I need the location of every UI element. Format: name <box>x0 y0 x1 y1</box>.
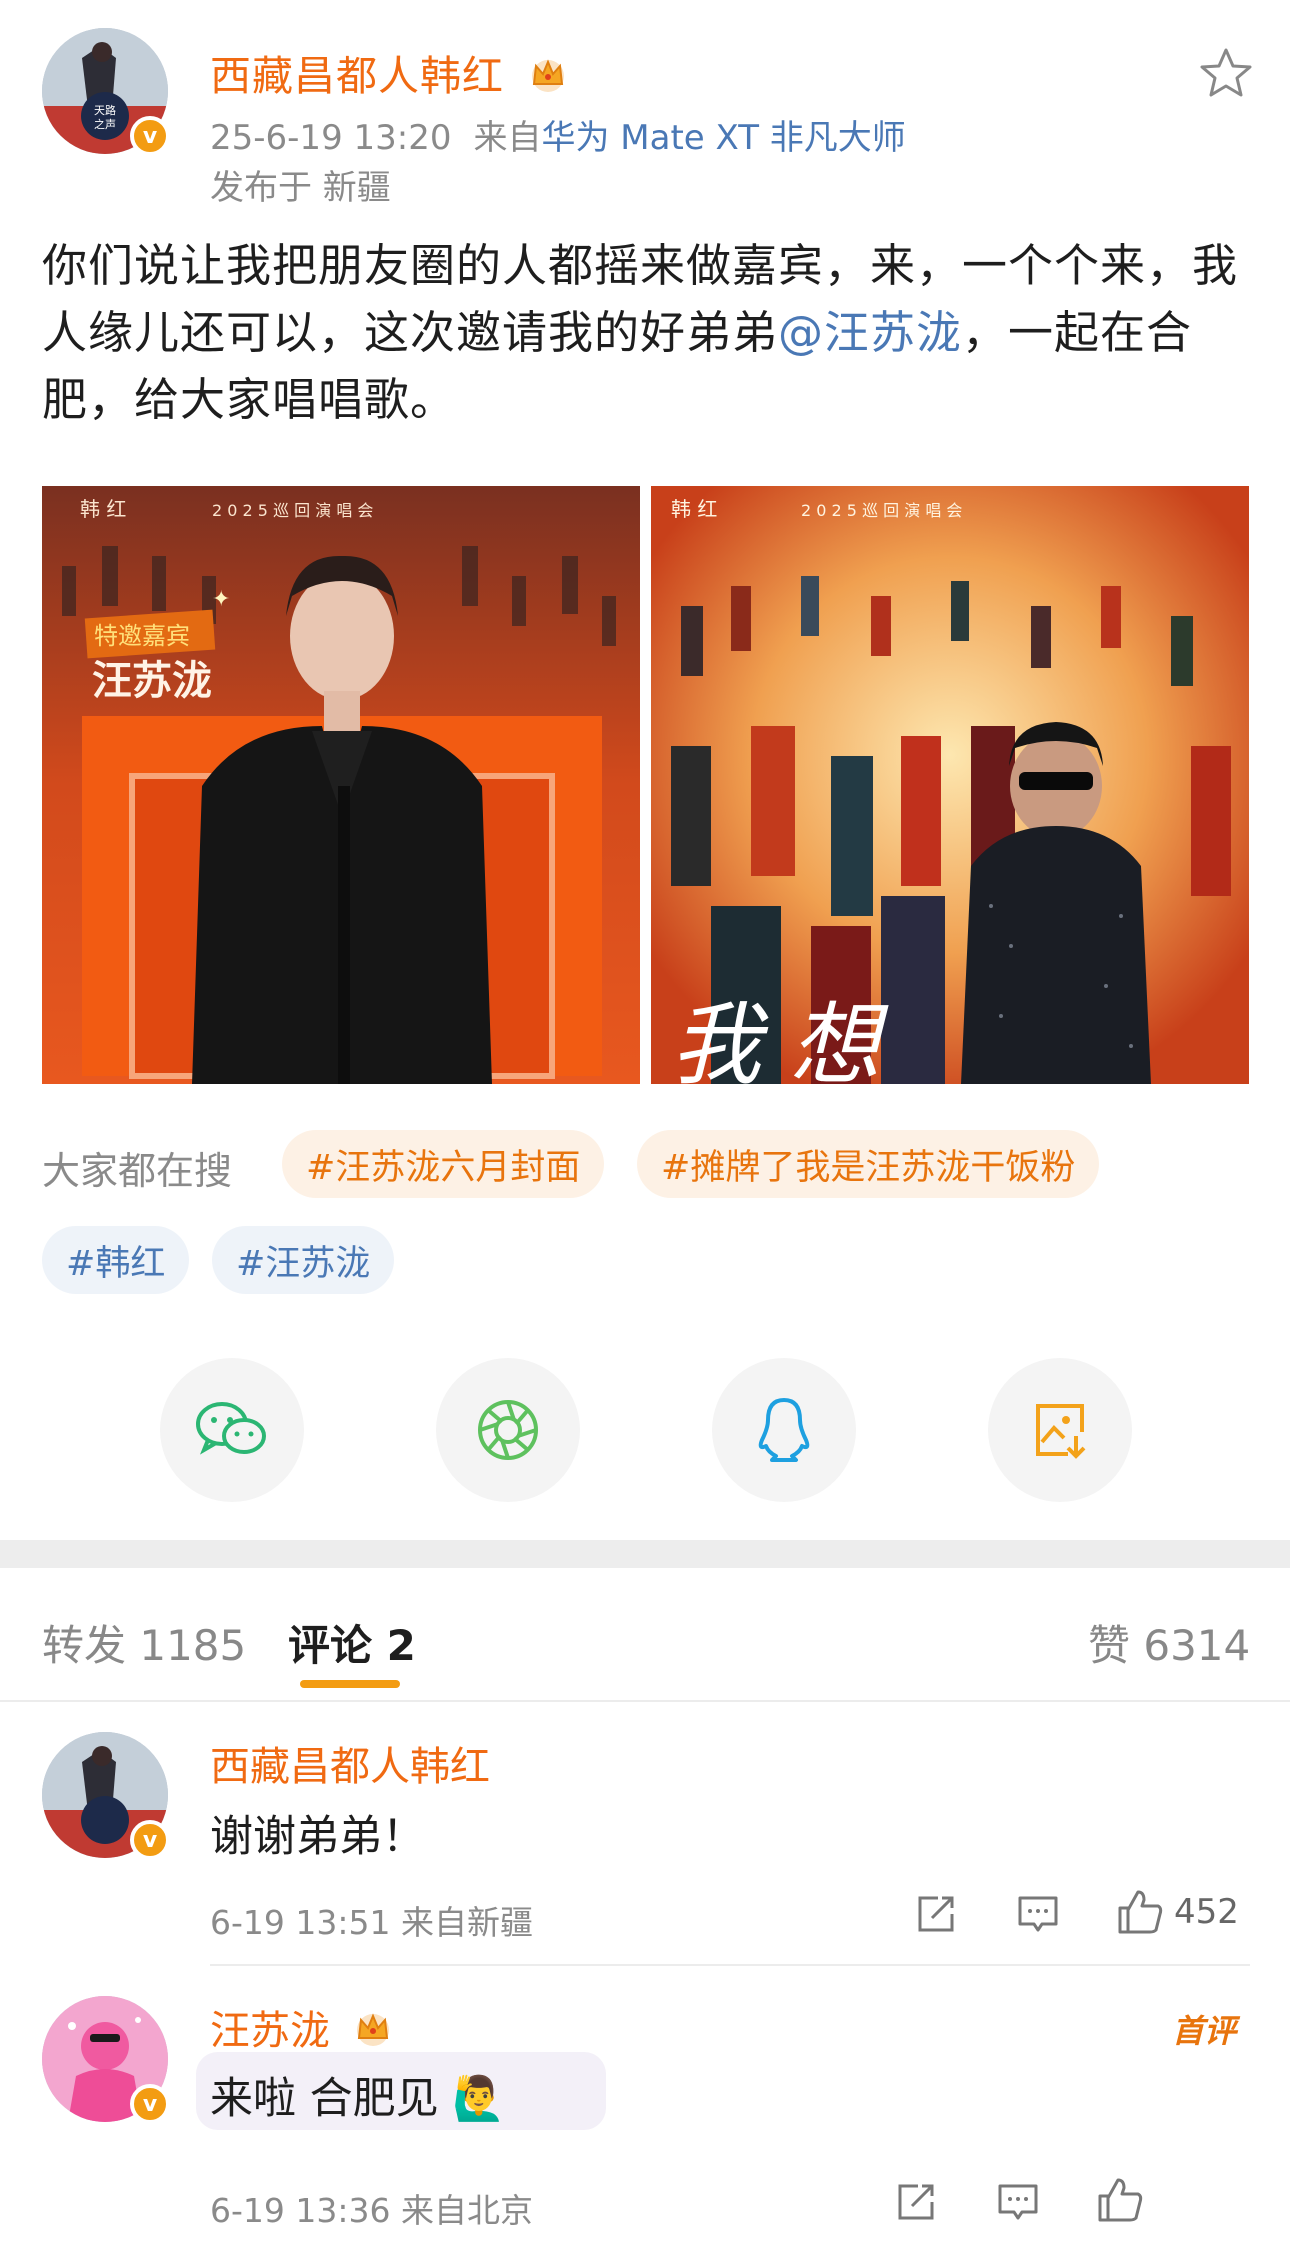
post-meta: 25-6-19 13:20 来自华为 Mate XT 非凡大师 <box>210 110 906 159</box>
poster-image-tour[interactable]: 韩 红 2 0 2 5 巡 回 演 唱 会 我 想 <box>651 486 1249 1084</box>
mention-link[interactable]: @汪苏泷 <box>778 306 962 359</box>
share-moments-button[interactable] <box>436 1358 580 1502</box>
share-wechat-button[interactable] <box>160 1358 304 1502</box>
thumbs-up-icon <box>1118 1890 1163 1934</box>
comment-divider <box>210 1964 1250 1966</box>
tab-divider <box>0 1700 1290 1702</box>
author-avatar[interactable]: 天路 之声 v <box>42 28 170 156</box>
repost-comment-button[interactable] <box>914 1892 958 1936</box>
author-name[interactable]: 西藏昌都人韩红 <box>210 42 570 104</box>
poster-right-header-name: 韩 红 <box>671 497 717 521</box>
verified-badge-icon: v <box>130 2084 170 2124</box>
moments-icon <box>478 1400 538 1460</box>
poster-image-guest[interactable]: 韩 红 2 0 2 5 巡 回 演 唱 会 特邀嘉宾 汪苏泷 ✦ <box>42 486 640 1084</box>
save-image-button[interactable] <box>988 1358 1132 1502</box>
svg-text:之声: 之声 <box>94 117 116 131</box>
comment-avatar[interactable]: v <box>42 1996 170 2124</box>
comment-icon <box>998 2184 1038 2220</box>
repost-comment-button[interactable] <box>894 2180 938 2224</box>
comment-text: 来啦 合肥见 🙋‍♂️ <box>210 2064 506 2126</box>
hot-search-tag[interactable]: #汪苏泷六月封面 <box>282 1130 605 1198</box>
share-icon <box>898 2184 934 2220</box>
wechat-icon <box>196 1402 266 1455</box>
svg-text:天路: 天路 <box>94 104 116 117</box>
post-timestamp: 25-6-19 13:20 <box>210 118 452 158</box>
comment-meta: 6-19 13:36 来自北京 <box>210 2191 533 2230</box>
comment-meta: 6-19 13:51 来自新疆 <box>210 1903 533 1942</box>
reply-button[interactable] <box>1016 1892 1060 1936</box>
share-qq-button[interactable] <box>712 1358 856 1502</box>
like-button[interactable]: 452 <box>1116 1888 1239 1936</box>
tab-like[interactable]: 赞 6314 <box>1088 1612 1250 1673</box>
svg-text:✦: ✦ <box>212 587 230 612</box>
post-header: 天路 之声 v 西藏昌都人韩红 25-6-19 13:20 来自华为 Mate X… <box>42 28 1252 208</box>
section-divider <box>0 1540 1290 1568</box>
star-icon <box>1200 48 1252 97</box>
search-label: 大家都在搜 <box>42 1149 233 1193</box>
like-button[interactable] <box>1096 2176 1144 2224</box>
poster-calligraphy: 我 想 <box>671 993 889 1084</box>
comment-author[interactable]: 西藏昌都人韩红 <box>210 1734 490 1792</box>
crown-icon <box>351 2008 395 2058</box>
post-location: 发布于 新疆 <box>210 168 391 208</box>
save-image-icon <box>1036 1404 1086 1459</box>
topic-tag[interactable]: #汪苏泷 <box>212 1226 395 1294</box>
topic-tag[interactable]: #韩红 <box>42 1226 190 1294</box>
source-prefix: 来自 <box>473 118 542 158</box>
comment-avatar[interactable]: v <box>42 1732 170 1860</box>
hot-search-tag[interactable]: #摊牌了我是汪苏泷干饭粉 <box>637 1130 1100 1198</box>
qq-icon <box>758 1398 810 1462</box>
verified-badge-icon: v <box>130 116 170 156</box>
poster-left-header-name: 韩 红 <box>80 497 126 521</box>
reply-button[interactable] <box>996 2180 1040 2224</box>
comment-text-content: 来啦 合肥见 <box>210 2074 439 2124</box>
poster-right-header-tour: 2 0 2 5 巡 回 演 唱 会 <box>801 501 962 520</box>
comment-author-text: 汪苏泷 <box>210 2008 330 2054</box>
favorite-button[interactable] <box>1194 42 1258 106</box>
like-count: 452 <box>1174 1892 1239 1932</box>
comment-text: 谢谢弟弟！ <box>210 1812 425 1862</box>
tab-repost[interactable]: 转发 1185 <box>42 1612 246 1673</box>
poster-guest-name: 汪苏泷 <box>92 657 212 704</box>
poster-guest-label: 特邀嘉宾 <box>94 622 190 650</box>
crown-icon <box>526 54 570 104</box>
comment-author[interactable]: 汪苏泷 <box>210 1998 395 2058</box>
first-comment-badge: 首评 <box>1172 2012 1237 2050</box>
post-device[interactable]: 华为 Mate XT 非凡大师 <box>542 118 906 158</box>
comment-icon <box>1018 1896 1058 1932</box>
thumbs-up-icon <box>1098 2178 1143 2222</box>
post-text: 你们说让我把朋友圈的人都摇来做嘉宾，来，一个个来，我人缘儿还可以，这次邀请我的好… <box>42 232 1248 433</box>
raising-hand-emoji: 🙋‍♂️ <box>452 2074 506 2124</box>
poster-left-header-tour: 2 0 2 5 巡 回 演 唱 会 <box>212 501 373 520</box>
tab-comment[interactable]: 评论 2 <box>288 1612 416 1673</box>
active-tab-indicator <box>300 1680 400 1688</box>
verified-badge-icon: v <box>130 1820 170 1860</box>
author-name-text: 西藏昌都人韩红 <box>210 52 504 100</box>
share-icon <box>918 1896 954 1932</box>
